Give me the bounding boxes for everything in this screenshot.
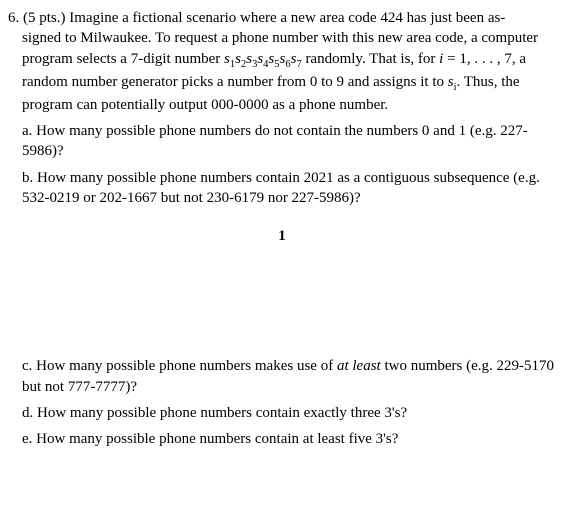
equals: = bbox=[443, 51, 459, 67]
problem-number: 6. bbox=[8, 10, 19, 26]
page-number: 1 bbox=[8, 226, 556, 246]
part-c: c. How many possible phone numbers makes… bbox=[22, 356, 556, 397]
part-a: a. How many possible phone numbers do no… bbox=[22, 121, 556, 162]
problem-block: 6. (5 pts.) Imagine a fictional scenario… bbox=[8, 8, 556, 449]
math-s1: s1s2s3s4s5s6s7 bbox=[224, 51, 302, 67]
problem-points: (5 pts.) bbox=[23, 10, 66, 26]
intro-text-1: Imagine a fictional scenario where a new… bbox=[69, 10, 505, 26]
part-e: e. How many possible phone numbers conta… bbox=[22, 429, 556, 449]
part-c-prefix: c. How many possible phone numbers makes… bbox=[22, 358, 337, 374]
intro-text-2-wrap: signed to Milwaukee. To request a phone … bbox=[22, 28, 556, 115]
si-var: si bbox=[448, 74, 457, 90]
range: 1, . . . , 7 bbox=[459, 51, 512, 67]
part-c-italic: at least bbox=[337, 358, 381, 374]
part-b: b. How many possible phone numbers conta… bbox=[22, 168, 556, 209]
intro-text-3: randomly. That is, for bbox=[302, 51, 439, 67]
part-d: d. How many possible phone numbers conta… bbox=[22, 403, 556, 423]
